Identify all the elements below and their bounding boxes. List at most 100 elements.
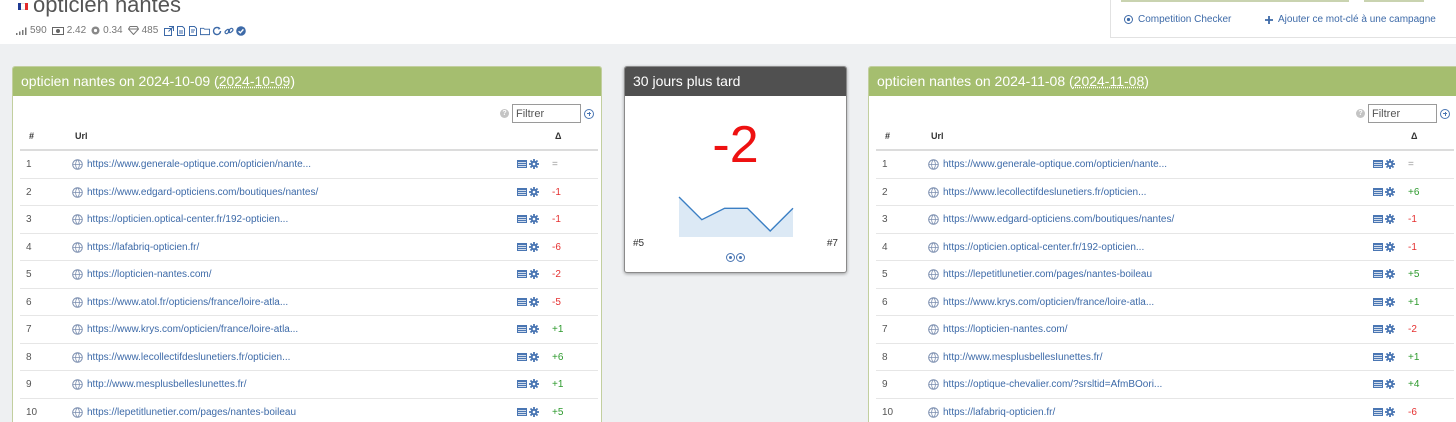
result-url-link[interactable]: https://lepetitlunetier.com/pages/nantes… bbox=[87, 407, 296, 418]
serp-table-icon[interactable] bbox=[1373, 380, 1383, 388]
result-url-link[interactable]: https://www.atol.fr/opticiens/france/loi… bbox=[87, 297, 288, 308]
panel-date-link[interactable]: 2024-11-08 bbox=[1074, 73, 1145, 89]
settings-gear-icon[interactable] bbox=[1385, 324, 1395, 334]
rank-number: 8 bbox=[26, 352, 32, 363]
result-url-link[interactable]: https://www.krys.com/opticien/france/loi… bbox=[87, 324, 298, 335]
serp-table-icon[interactable] bbox=[1373, 270, 1383, 278]
result-url-link[interactable]: https://www.lecollectifdeslunetiers.fr/o… bbox=[943, 187, 1146, 198]
table-row: 6 https://www.atol.fr/opticiens/france/lo… bbox=[20, 289, 598, 317]
prev-dot-icon[interactable] bbox=[726, 253, 735, 262]
serp-table-icon[interactable] bbox=[517, 325, 527, 333]
rank-delta: +1 bbox=[552, 324, 563, 335]
folder-icon[interactable] bbox=[200, 26, 210, 36]
globe-icon bbox=[72, 214, 83, 225]
serp-table-icon[interactable] bbox=[1373, 188, 1383, 196]
serp-table-icon[interactable] bbox=[1373, 243, 1383, 251]
check-circle-icon[interactable] bbox=[236, 26, 246, 36]
add-circle-icon[interactable] bbox=[584, 109, 594, 119]
rank-delta: +1 bbox=[1408, 297, 1419, 308]
result-url-link[interactable]: https://opticien.optical-center.fr/192-o… bbox=[943, 242, 1144, 253]
result-url-link[interactable]: https://www.generale-optique.com/opticie… bbox=[943, 159, 1167, 170]
settings-gear-icon[interactable] bbox=[529, 214, 539, 224]
value-value: 485 bbox=[142, 25, 159, 36]
serp-table-icon[interactable] bbox=[517, 270, 527, 278]
result-url-link[interactable]: https://www.generale-optique.com/opticie… bbox=[87, 159, 311, 170]
settings-gear-icon[interactable] bbox=[1385, 297, 1395, 307]
result-url-link[interactable]: http://www.mesplusbellesIunettes.fr/ bbox=[87, 379, 247, 390]
settings-gear-icon[interactable] bbox=[529, 324, 539, 334]
settings-gear-icon[interactable] bbox=[529, 269, 539, 279]
serp-table-icon[interactable] bbox=[1373, 298, 1383, 306]
table-row: 1 https://www.generale-optique.com/optici… bbox=[876, 151, 1454, 179]
serp-table-icon[interactable] bbox=[1373, 215, 1383, 223]
position-delta: -2 bbox=[625, 115, 846, 175]
result-url-link[interactable]: https://www.lecollectifdeslunetiers.fr/o… bbox=[87, 352, 290, 363]
settings-gear-icon[interactable] bbox=[1385, 159, 1395, 169]
settings-gear-icon[interactable] bbox=[1385, 407, 1395, 417]
result-url-link[interactable]: https://www.krys.com/opticien/france/loi… bbox=[943, 297, 1154, 308]
settings-gear-icon[interactable] bbox=[1385, 214, 1395, 224]
globe-icon bbox=[928, 352, 939, 363]
money-icon bbox=[52, 27, 64, 35]
file-icon[interactable] bbox=[176, 26, 186, 36]
serp-table-icon[interactable] bbox=[517, 215, 527, 223]
plus-icon bbox=[1265, 16, 1273, 24]
settings-gear-icon[interactable] bbox=[529, 379, 539, 389]
settings-gear-icon[interactable] bbox=[1385, 269, 1395, 279]
settings-gear-icon[interactable] bbox=[529, 159, 539, 169]
external-link-icon[interactable] bbox=[164, 26, 174, 36]
serp-table-icon[interactable] bbox=[517, 243, 527, 251]
result-url-link[interactable]: http://www.mesplusbellesIunettes.fr/ bbox=[943, 352, 1103, 363]
rank-delta: +6 bbox=[552, 352, 563, 363]
add-circle-icon[interactable] bbox=[1440, 109, 1450, 119]
filter-row: ? bbox=[1356, 104, 1450, 123]
table-row: 4 https://opticien.optical-center.fr/192-… bbox=[876, 234, 1454, 262]
result-url-link[interactable]: https://optique-chevalier.com/?srsltid=A… bbox=[943, 379, 1162, 390]
evolution-panel: 30 jours plus tard -2 #5 #7 bbox=[624, 66, 847, 273]
settings-gear-icon[interactable] bbox=[529, 297, 539, 307]
add-to-campaign-link[interactable]: Ajouter ce mot-clé à une campagne bbox=[1265, 14, 1436, 25]
result-url-link[interactable]: https://lafabriq-opticien.fr/ bbox=[943, 407, 1055, 418]
serp-table-icon[interactable] bbox=[1373, 160, 1383, 168]
result-url-link[interactable]: https://lopticien-nantes.com/ bbox=[87, 269, 212, 280]
help-icon[interactable]: ? bbox=[500, 109, 509, 118]
serp-table-icon[interactable] bbox=[1373, 325, 1383, 333]
rank-delta: -1 bbox=[1408, 214, 1417, 225]
filter-input[interactable] bbox=[1368, 104, 1437, 123]
result-url-link[interactable]: https://lepetitlunetier.com/pages/nantes… bbox=[943, 269, 1152, 280]
settings-gear-icon[interactable] bbox=[1385, 379, 1395, 389]
help-icon[interactable]: ? bbox=[1356, 109, 1365, 118]
serp-table-icon[interactable] bbox=[1373, 353, 1383, 361]
settings-gear-icon[interactable] bbox=[1385, 242, 1395, 252]
settings-gear-icon[interactable] bbox=[529, 242, 539, 252]
next-dot-icon[interactable] bbox=[736, 253, 745, 262]
result-url-link[interactable]: https://www.edgard-opticiens.com/boutiqu… bbox=[87, 187, 318, 198]
serp-table-icon[interactable] bbox=[517, 298, 527, 306]
result-url-link[interactable]: https://www.edgard-opticiens.com/boutiqu… bbox=[943, 214, 1174, 225]
refresh-icon[interactable] bbox=[212, 26, 222, 36]
serp-table-icon[interactable] bbox=[517, 188, 527, 196]
serp-table-icon[interactable] bbox=[517, 408, 527, 416]
link-icon[interactable] bbox=[224, 26, 234, 36]
result-url-link[interactable]: https://lafabriq-opticien.fr/ bbox=[87, 242, 199, 253]
competition-checker-link[interactable]: Competition Checker bbox=[1124, 14, 1231, 25]
panel-title-text: opticien nantes on 2024-11-08 ( bbox=[877, 73, 1074, 89]
globe-icon bbox=[72, 379, 83, 390]
settings-gear-icon[interactable] bbox=[529, 187, 539, 197]
table-row: 2 https://www.edgard-opticiens.com/boutiq… bbox=[20, 179, 598, 207]
serp-table-icon[interactable] bbox=[517, 380, 527, 388]
serp-table-icon[interactable] bbox=[517, 160, 527, 168]
settings-gear-icon[interactable] bbox=[529, 407, 539, 417]
result-url-link[interactable]: https://lopticien-nantes.com/ bbox=[943, 324, 1068, 335]
settings-gear-icon[interactable] bbox=[1385, 187, 1395, 197]
panel-date-link[interactable]: 2024-10-09 bbox=[219, 73, 291, 89]
globe-icon bbox=[928, 242, 939, 253]
result-url-link[interactable]: https://opticien.optical-center.fr/192-o… bbox=[87, 214, 288, 225]
filter-input[interactable] bbox=[512, 104, 581, 123]
serp-table-icon[interactable] bbox=[1373, 408, 1383, 416]
serp-table-icon[interactable] bbox=[517, 353, 527, 361]
settings-gear-icon[interactable] bbox=[1385, 352, 1395, 362]
pdf-icon[interactable] bbox=[188, 26, 198, 36]
globe-icon bbox=[72, 407, 83, 418]
settings-gear-icon[interactable] bbox=[529, 352, 539, 362]
